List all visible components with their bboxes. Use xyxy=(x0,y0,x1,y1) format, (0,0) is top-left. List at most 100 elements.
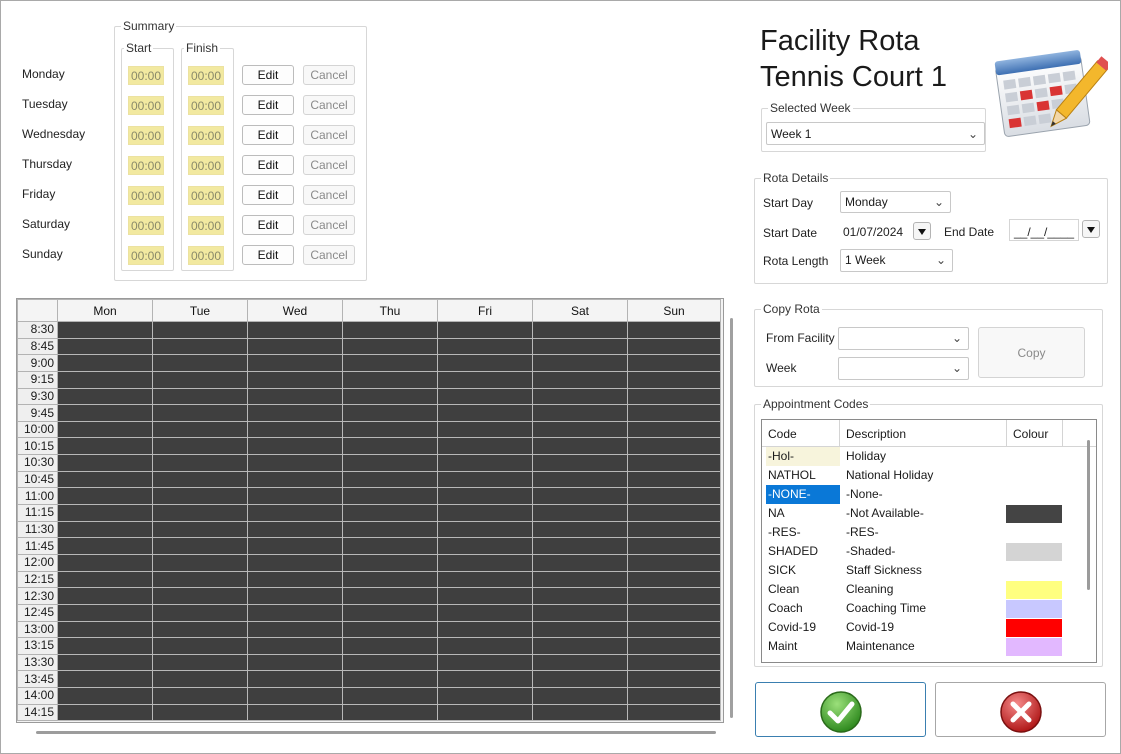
day-column-header[interactable]: Tue xyxy=(152,299,248,322)
rota-cell[interactable] xyxy=(342,553,438,572)
edit-button[interactable]: Edit xyxy=(242,185,294,205)
rota-cell[interactable] xyxy=(152,420,248,439)
rota-cell[interactable] xyxy=(57,354,153,372)
rota-cell[interactable] xyxy=(532,337,628,356)
end-date-value[interactable]: __/__/____ xyxy=(1009,219,1079,241)
rota-cell[interactable] xyxy=(627,437,721,456)
day-column-header[interactable]: Wed xyxy=(247,299,343,322)
rota-cell[interactable] xyxy=(627,653,721,672)
cancel-day-button[interactable]: Cancel xyxy=(303,125,355,145)
code-row[interactable]: Covid-19 Covid-19 xyxy=(762,618,1082,637)
rota-cell[interactable] xyxy=(532,470,628,489)
rota-cell[interactable] xyxy=(532,620,628,639)
finish-time-field[interactable]: 00:00 xyxy=(188,66,224,85)
rota-cell[interactable] xyxy=(57,387,153,406)
finish-time-field[interactable]: 00:00 xyxy=(188,246,224,265)
rota-cell[interactable] xyxy=(342,437,438,456)
rota-cell[interactable] xyxy=(152,670,248,689)
rota-cell[interactable] xyxy=(57,687,153,705)
code-row[interactable]: SICK Staff Sickness xyxy=(762,561,1082,580)
rota-cell[interactable] xyxy=(152,404,248,422)
rota-cell[interactable] xyxy=(152,337,248,356)
rota-cell[interactable] xyxy=(627,487,721,506)
start-time-field[interactable]: 00:00 xyxy=(128,156,164,175)
week-select[interactable]: Week 1 ⌄ xyxy=(766,122,985,145)
rota-cell[interactable] xyxy=(342,687,438,705)
cancel-day-button[interactable]: Cancel xyxy=(303,95,355,115)
code-row[interactable]: -Hol- Holiday xyxy=(762,447,1082,466)
rota-cell[interactable] xyxy=(342,420,438,439)
rota-cell[interactable] xyxy=(57,520,153,539)
code-row[interactable]: Coach Coaching Time xyxy=(762,599,1082,618)
rota-cell[interactable] xyxy=(342,537,438,555)
edit-button[interactable]: Edit xyxy=(242,215,294,235)
rota-cell[interactable] xyxy=(152,454,248,472)
rota-cell[interactable] xyxy=(532,570,628,589)
rota-cell[interactable] xyxy=(57,653,153,672)
rota-cell[interactable] xyxy=(152,470,248,489)
rota-length-select[interactable]: 1 Week ⌄ xyxy=(840,249,953,272)
rota-cell[interactable] xyxy=(342,603,438,622)
rota-cell[interactable] xyxy=(247,354,343,372)
rota-cell[interactable] xyxy=(437,520,533,539)
rota-cell[interactable] xyxy=(532,370,628,389)
day-column-header[interactable]: Sun xyxy=(627,299,721,322)
rota-cell[interactable] xyxy=(247,653,343,672)
rota-cell[interactable] xyxy=(532,504,628,522)
rota-cell[interactable] xyxy=(437,537,533,555)
start-time-field[interactable]: 00:00 xyxy=(128,186,164,205)
start-time-field[interactable]: 00:00 xyxy=(128,126,164,145)
rota-cell[interactable] xyxy=(437,404,533,422)
rota-cell[interactable] xyxy=(437,687,533,705)
rota-cell[interactable] xyxy=(342,637,438,655)
rota-cell[interactable] xyxy=(627,570,721,589)
start-time-field[interactable]: 00:00 xyxy=(128,216,164,235)
rota-cell[interactable] xyxy=(627,703,721,722)
rota-cell[interactable] xyxy=(437,587,533,605)
code-row[interactable]: SHADED -Shaded- xyxy=(762,542,1082,561)
edit-button[interactable]: Edit xyxy=(242,95,294,115)
rota-cell[interactable] xyxy=(627,587,721,605)
rota-cell[interactable] xyxy=(437,553,533,572)
rota-cell[interactable] xyxy=(342,387,438,406)
rota-cell[interactable] xyxy=(57,321,153,339)
rota-cell[interactable] xyxy=(247,620,343,639)
rota-cell[interactable] xyxy=(437,337,533,356)
rota-cell[interactable] xyxy=(437,653,533,672)
code-row[interactable]: Clean Cleaning xyxy=(762,580,1082,599)
rota-cell[interactable] xyxy=(152,370,248,389)
rota-cell[interactable] xyxy=(627,420,721,439)
start-day-select[interactable]: Monday ⌄ xyxy=(840,191,951,213)
rota-cell[interactable] xyxy=(437,620,533,639)
finish-time-field[interactable]: 00:00 xyxy=(188,126,224,145)
rota-cell[interactable] xyxy=(627,520,721,539)
rota-cell[interactable] xyxy=(532,420,628,439)
rota-cell[interactable] xyxy=(532,670,628,689)
rota-cell[interactable] xyxy=(247,570,343,589)
rota-cell[interactable] xyxy=(342,404,438,422)
rota-cell[interactable] xyxy=(247,637,343,655)
rota-cell[interactable] xyxy=(57,370,153,389)
rota-cell[interactable] xyxy=(247,470,343,489)
rota-cell[interactable] xyxy=(437,637,533,655)
rota-cell[interactable] xyxy=(152,637,248,655)
finish-time-field[interactable]: 00:00 xyxy=(188,156,224,175)
start-time-field[interactable]: 00:00 xyxy=(128,246,164,265)
rota-cell[interactable] xyxy=(57,603,153,622)
rota-cell[interactable] xyxy=(247,420,343,439)
rota-cell[interactable] xyxy=(57,637,153,655)
code-row[interactable]: Maint Maintenance xyxy=(762,637,1082,656)
rota-cell[interactable] xyxy=(342,337,438,356)
cancel-button[interactable] xyxy=(935,682,1106,737)
rota-cell[interactable] xyxy=(57,553,153,572)
description-column-header[interactable]: Description xyxy=(846,427,906,441)
rota-cell[interactable] xyxy=(532,454,628,472)
colour-column-header[interactable]: Colour xyxy=(1013,427,1048,441)
day-column-header[interactable]: Mon xyxy=(57,299,153,322)
code-row[interactable]: NATHOL National Holiday xyxy=(762,466,1082,485)
rota-cell[interactable] xyxy=(342,504,438,522)
rota-cell[interactable] xyxy=(532,387,628,406)
rota-cell[interactable] xyxy=(247,670,343,689)
rota-cell[interactable] xyxy=(627,354,721,372)
rota-cell[interactable] xyxy=(437,454,533,472)
